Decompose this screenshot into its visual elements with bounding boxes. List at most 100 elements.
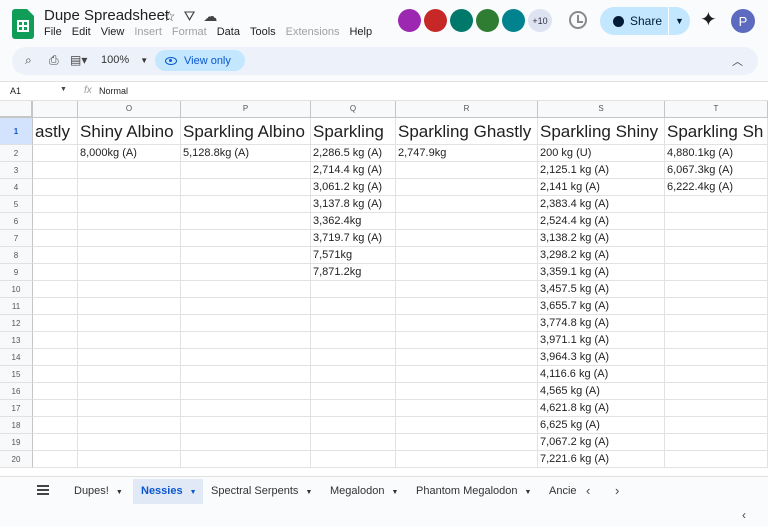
row-header[interactable]: 10 [0, 281, 33, 298]
table-cell[interactable] [33, 179, 78, 196]
table-cell[interactable] [181, 213, 311, 230]
row-header[interactable]: 17 [0, 400, 33, 417]
menu-file[interactable]: File [44, 26, 67, 38]
table-cell[interactable] [311, 383, 396, 400]
table-cell[interactable] [78, 400, 181, 417]
column-header[interactable]: T [665, 101, 768, 118]
table-cell[interactable]: 8,000kg (A) [78, 145, 181, 162]
table-cell[interactable] [78, 213, 181, 230]
table-cell[interactable] [181, 349, 311, 366]
table-cell[interactable] [33, 196, 78, 213]
table-cell[interactable] [396, 383, 538, 400]
table-cell[interactable] [311, 451, 396, 468]
table-cell[interactable] [33, 434, 78, 451]
header-cell[interactable]: Sparkling Albino [181, 118, 311, 145]
table-cell[interactable]: 3,362.4kg [311, 213, 396, 230]
tab-dropdown-icon[interactable]: ▼ [525, 489, 532, 496]
table-cell[interactable] [33, 298, 78, 315]
table-cell[interactable] [33, 315, 78, 332]
table-cell[interactable]: 7,221.6 kg (A) [538, 451, 665, 468]
table-cell[interactable] [665, 281, 768, 298]
table-cell[interactable] [78, 264, 181, 281]
table-cell[interactable] [78, 281, 181, 298]
table-cell[interactable] [665, 264, 768, 281]
table-cell[interactable] [181, 451, 311, 468]
table-cell[interactable] [78, 298, 181, 315]
table-cell[interactable] [311, 400, 396, 417]
table-cell[interactable] [396, 230, 538, 247]
table-cell[interactable] [396, 213, 538, 230]
table-cell[interactable] [33, 349, 78, 366]
row-header[interactable]: 19 [0, 434, 33, 451]
table-cell[interactable]: 6,222.4kg (A) [665, 179, 768, 196]
table-cell[interactable] [665, 315, 768, 332]
version-history-icon[interactable] [569, 11, 587, 29]
header-cell[interactable]: Shiny Albino [78, 118, 181, 145]
move-to-folder-icon[interactable]: ⛛ [184, 8, 196, 25]
menu-edit[interactable]: Edit [72, 26, 96, 38]
row-header[interactable]: 16 [0, 383, 33, 400]
tab-dropdown-icon[interactable]: ▼ [116, 489, 123, 496]
table-cell[interactable] [396, 162, 538, 179]
table-cell[interactable] [665, 349, 768, 366]
tab-dropdown-icon[interactable]: ▼ [190, 489, 197, 496]
table-cell[interactable] [665, 196, 768, 213]
sheet-tab[interactable]: Phantom Megalodon ▼ [408, 479, 540, 504]
row-header[interactable]: 7 [0, 230, 33, 247]
table-cell[interactable] [78, 434, 181, 451]
select-all-corner[interactable] [0, 101, 33, 118]
gemini-sparkle-icon[interactable]: ✦ [700, 10, 717, 30]
table-cell[interactable]: 7,067.2 kg (A) [538, 434, 665, 451]
sheet-tab[interactable]: Dupes! ▼ [66, 479, 132, 504]
column-header[interactable]: O [78, 101, 181, 118]
table-cell[interactable] [33, 281, 78, 298]
table-cell[interactable] [396, 298, 538, 315]
table-cell[interactable]: 3,359.1 kg (A) [538, 264, 665, 281]
search-icon[interactable]: ⌕ [25, 53, 32, 68]
column-header[interactable]: S [538, 101, 665, 118]
row-header[interactable]: 15 [0, 366, 33, 383]
header-cell[interactable]: Sparkling [311, 118, 396, 145]
table-cell[interactable] [33, 264, 78, 281]
table-cell[interactable] [311, 366, 396, 383]
table-cell[interactable]: 7,871.2kg [311, 264, 396, 281]
table-cell[interactable] [181, 230, 311, 247]
row-header[interactable]: 20 [0, 451, 33, 468]
table-cell[interactable] [396, 315, 538, 332]
collaborator-avatar[interactable] [502, 9, 525, 32]
table-cell[interactable] [665, 417, 768, 434]
table-cell[interactable] [33, 247, 78, 264]
tab-scroll-right-icon[interactable]: › [615, 483, 619, 498]
table-cell[interactable] [665, 400, 768, 417]
share-dropdown-icon[interactable]: ▼ [668, 7, 690, 35]
table-cell[interactable]: 2,747.9kg [396, 145, 538, 162]
tab-scroll-left-icon[interactable]: ‹ [586, 483, 590, 498]
table-cell[interactable] [78, 332, 181, 349]
table-cell[interactable] [33, 162, 78, 179]
row-header[interactable]: 12 [0, 315, 33, 332]
table-cell[interactable] [78, 383, 181, 400]
table-cell[interactable] [311, 434, 396, 451]
formula-input[interactable]: Normal [99, 86, 128, 96]
menu-view[interactable]: View [101, 26, 130, 38]
table-cell[interactable]: 3,774.8 kg (A) [538, 315, 665, 332]
collaborator-avatar[interactable] [424, 9, 447, 32]
sheet-tab[interactable]: Spectral Serpents ▼ [203, 479, 321, 504]
table-cell[interactable] [311, 315, 396, 332]
table-cell[interactable]: 7,571kg [311, 247, 396, 264]
tab-dropdown-icon[interactable]: ▼ [391, 489, 398, 496]
table-cell[interactable]: 3,457.5 kg (A) [538, 281, 665, 298]
table-cell[interactable]: 3,971.1 kg (A) [538, 332, 665, 349]
table-cell[interactable] [665, 366, 768, 383]
table-cell[interactable] [33, 366, 78, 383]
header-cell[interactable]: Sparkling Sh [665, 118, 768, 145]
table-cell[interactable] [665, 451, 768, 468]
table-cell[interactable] [78, 366, 181, 383]
table-cell[interactable] [181, 247, 311, 264]
table-cell[interactable]: 4,116.6 kg (A) [538, 366, 665, 383]
table-cell[interactable] [665, 230, 768, 247]
sheet-tab[interactable]: Nessies ▼ [133, 479, 203, 504]
collaborator-avatar[interactable] [450, 9, 473, 32]
table-cell[interactable] [181, 298, 311, 315]
collapse-side-panel-icon[interactable]: ‹ [742, 508, 746, 522]
